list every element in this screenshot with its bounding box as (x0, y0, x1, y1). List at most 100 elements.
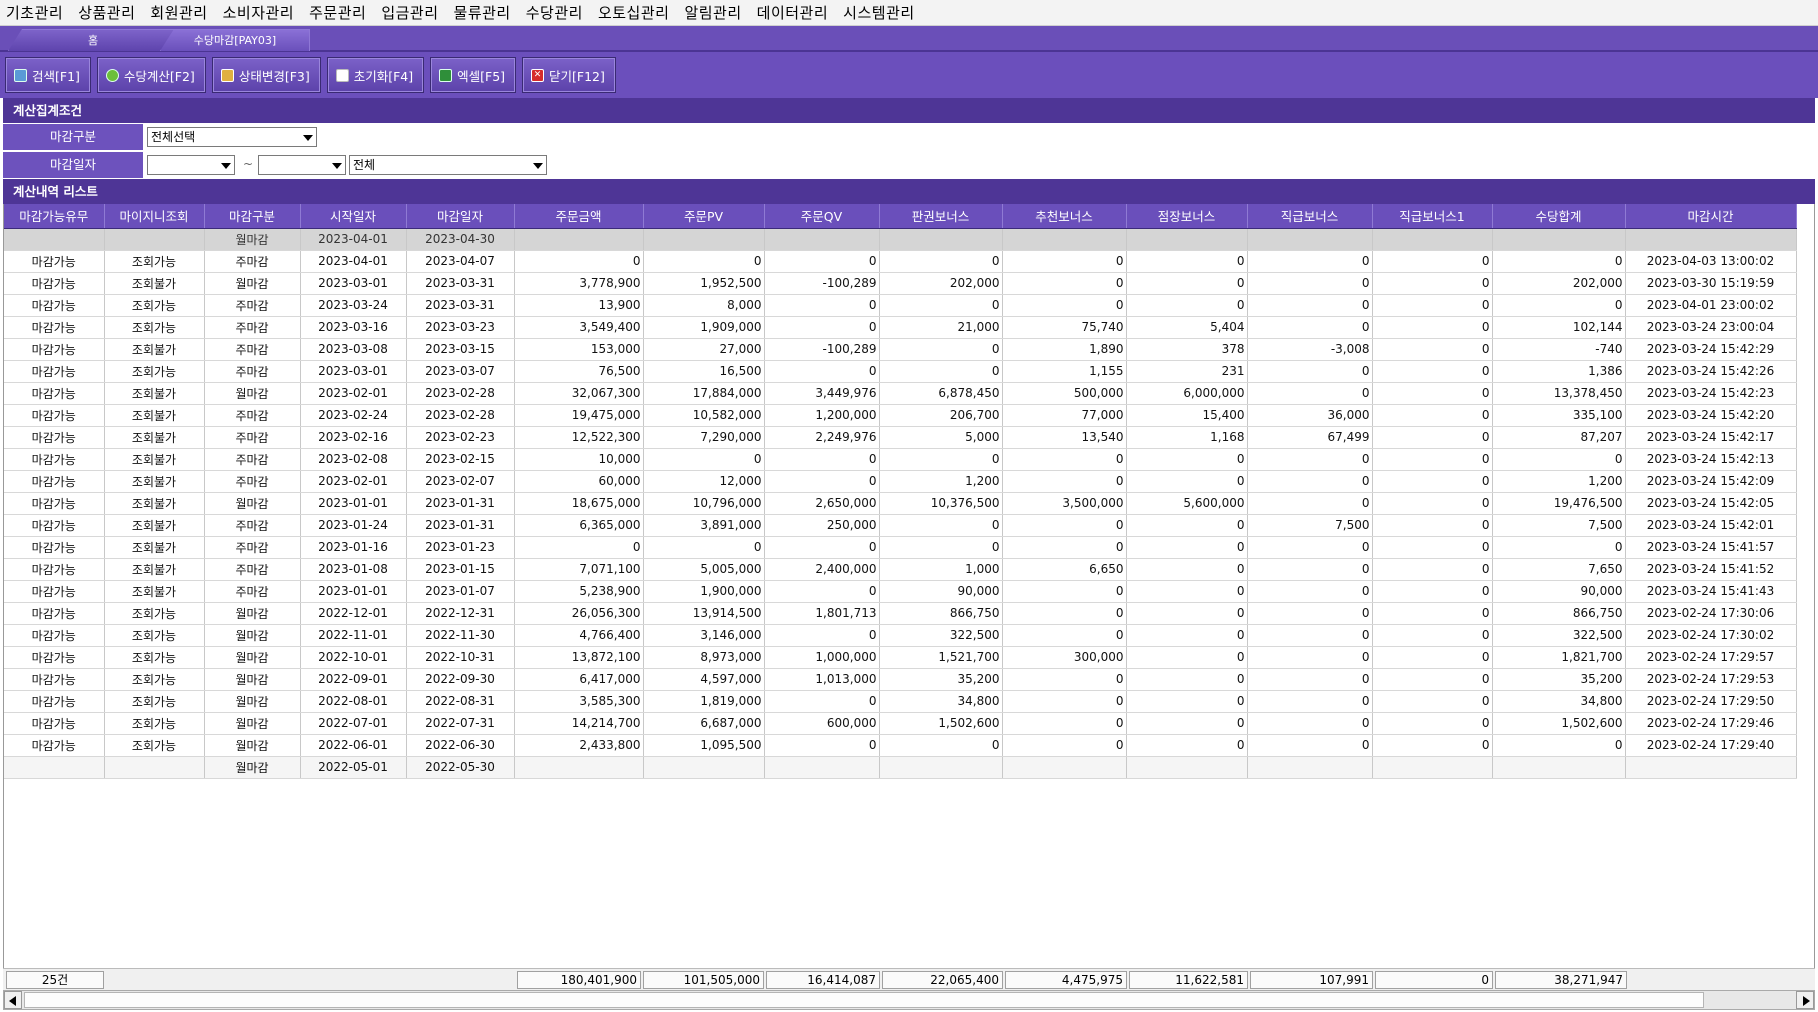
column-header[interactable]: 판권보너스 (879, 204, 1003, 229)
column-header[interactable]: 마감가능유무 (4, 204, 105, 229)
table-row[interactable]: 마감가능 조회가능 월마감 2022-08-01 2022-08-31 3,585,300… (4, 690, 1797, 713)
table-cell: 2023-02-24 17:29:53 (1625, 668, 1797, 691)
menu-bar: 기초관리 상품관리 회원관리 소비자관리 주문관리 입금관리 물류관리 수당관리 오토십관리 알림… (0, 0, 1818, 26)
table-row[interactable]: 마감가능 조회불가 주마감 2023-01-24 2023-01-31 6,365,000… (4, 514, 1797, 537)
table-row[interactable]: 마감가능 조회가능 월마감 2022-11-01 2022-11-30 4,766,400… (4, 624, 1797, 647)
close-button[interactable]: ✕ 닫기[F12] (522, 57, 616, 93)
close-type-select[interactable]: 전체선택 (147, 127, 317, 147)
sum-license-bonus: 22,065,400 (882, 971, 1003, 989)
column-header[interactable]: 추천보너스 (1002, 204, 1127, 229)
column-header[interactable]: 직급보너스 (1247, 204, 1373, 229)
excel-button[interactable]: 엑셀[F5] (430, 57, 517, 93)
menu-item-6[interactable]: 물류관리 (448, 0, 520, 26)
table-cell: 5,000 (879, 426, 1003, 449)
column-header[interactable]: 직급보너스1 (1372, 204, 1493, 229)
table-row[interactable]: 마감가능 조회불가 주마감 2023-01-08 2023-01-15 7,071,100… (4, 558, 1797, 581)
table-cell: 조회불가 (104, 558, 205, 581)
table-row[interactable]: 마감가능 조회불가 월마감 2023-03-01 2023-03-31 3,778,900… (4, 272, 1797, 295)
table-cell: 0 (1002, 294, 1127, 317)
column-header[interactable]: 시작일자 (300, 204, 407, 229)
excel-button-label: 엑셀[F5] (457, 68, 506, 84)
table-cell: 2022-07-31 (406, 712, 515, 735)
table-row[interactable]: 마감가능 조회가능 월마감 2022-12-01 2022-12-31 26,056,30… (4, 602, 1797, 625)
table-cell: -740 (1492, 338, 1626, 361)
table-cell: 87,207 (1492, 426, 1626, 449)
table-cell: 월마감 (204, 668, 301, 691)
menu-item-0[interactable]: 기초관리 (0, 0, 72, 26)
table-cell: 0 (1372, 492, 1493, 515)
table-cell: 0 (1492, 448, 1626, 471)
reset-button[interactable]: 초기화[F4] (326, 57, 425, 93)
table-cell: 0 (1126, 624, 1248, 647)
table-row[interactable]: 마감가능 조회가능 월마감 2022-07-01 2022-07-31 14,214,70… (4, 712, 1797, 735)
table-cell: 866,750 (1492, 602, 1626, 625)
calc-allowance-button[interactable]: 수당계산[F2] (96, 57, 206, 93)
chevron-down-icon (533, 163, 543, 169)
table-row[interactable]: 마감가능 조회불가 주마감 2023-01-16 2023-01-23 0 0 0 0 0 0 0 0 0… (4, 536, 1797, 559)
table-row[interactable]: 마감가능 조회불가 주마감 2023-01-01 2023-01-07 5,238,900… (4, 580, 1797, 603)
table-cell: 2023-03-24 23:00:04 (1625, 316, 1797, 339)
table-cell: 조회가능 (104, 602, 205, 625)
table-row[interactable]: 마감가능 조회불가 주마감 2023-02-01 2023-02-07 60,000 12,… (4, 470, 1797, 493)
scope-value: 전체 (353, 158, 376, 172)
sum-referral-bonus: 4,475,975 (1005, 971, 1127, 989)
table-cell: 2022-12-01 (300, 602, 407, 625)
table-cell: 13,900 (514, 294, 644, 317)
menu-item-2[interactable]: 회원관리 (144, 0, 216, 26)
column-header[interactable]: 마감시간 (1625, 204, 1797, 229)
table-cell: 0 (1372, 360, 1493, 383)
table-row[interactable]: 월마감 2023-04-01 2023-04-30 (4, 228, 1797, 251)
table-row[interactable]: 마감가능 조회불가 주마감 2023-02-16 2023-02-23 12,522,30… (4, 426, 1797, 449)
table-cell: -100,289 (764, 338, 880, 361)
column-header[interactable]: 마이지니조회 (104, 204, 205, 229)
search-button[interactable]: 검색[F1] (5, 57, 91, 93)
table-row[interactable]: 월마감 2022-05-01 2022-05-30 (4, 756, 1797, 779)
reset-button-label: 초기화[F4] (353, 68, 414, 84)
scope-select[interactable]: 전체 (349, 155, 547, 175)
table-row[interactable]: 마감가능 조회가능 주마감 2023-03-01 2023-03-07 76,500 16,… (4, 360, 1797, 383)
table-row[interactable]: 마감가능 조회불가 월마감 2023-02-01 2023-02-28 32,067,30… (4, 382, 1797, 405)
table-row[interactable]: 마감가능 조회불가 주마감 2023-02-24 2023-02-28 19,475,00… (4, 404, 1797, 427)
menu-item-11[interactable]: 시스템관리 (837, 0, 924, 26)
menu-item-1[interactable]: 상품관리 (72, 0, 144, 26)
table-row[interactable]: 마감가능 조회가능 주마감 2023-04-01 2023-04-07 0 0 0 0 0 0 0 0 0… (4, 250, 1797, 273)
change-status-button[interactable]: 상태변경[F3] (211, 57, 321, 93)
column-header[interactable]: 주문QV (764, 204, 880, 229)
table-row[interactable]: 마감가능 조회가능 월마감 2022-06-01 2022-06-30 2,433,800… (4, 734, 1797, 757)
column-header[interactable]: 수당합계 (1492, 204, 1626, 229)
table-cell: 0 (1126, 690, 1248, 713)
table-row[interactable]: 마감가능 조회불가 주마감 2023-02-08 2023-02-15 10,000 0 0 0… (4, 448, 1797, 471)
horizontal-scrollbar[interactable] (3, 990, 1815, 1010)
table-row[interactable]: 마감가능 조회가능 주마감 2023-03-16 2023-03-23 3,549,400… (4, 316, 1797, 339)
table-cell: 0 (1372, 690, 1493, 713)
date-to-picker[interactable] (258, 155, 346, 175)
table-row[interactable]: 마감가능 조회불가 주마감 2023-03-08 2023-03-15 153,000 27… (4, 338, 1797, 361)
table-cell: 0 (1247, 712, 1373, 735)
tab-pay03[interactable]: 수당마감[PAY03] (160, 29, 310, 51)
table-cell: 조회불가 (104, 448, 205, 471)
column-header[interactable]: 마감일자 (406, 204, 515, 229)
table-cell: 2022-06-30 (406, 734, 515, 757)
date-from-picker[interactable] (147, 155, 235, 175)
tab-home[interactable]: 홈 (8, 29, 178, 51)
table-row[interactable]: 마감가능 조회가능 월마감 2022-10-01 2022-10-31 13,872,10… (4, 646, 1797, 669)
menu-item-9[interactable]: 알림관리 (678, 0, 750, 26)
menu-item-7[interactable]: 수당관리 (520, 0, 592, 26)
scrollbar-thumb[interactable] (24, 992, 1704, 1008)
table-row[interactable]: 마감가능 조회가능 월마감 2022-09-01 2022-09-30 6,417,000… (4, 668, 1797, 691)
menu-item-4[interactable]: 주문관리 (303, 0, 375, 26)
column-header[interactable]: 마감구분 (204, 204, 301, 229)
scroll-left-button[interactable] (4, 991, 22, 1009)
menu-item-3[interactable]: 소비자관리 (217, 0, 304, 26)
menu-item-8[interactable]: 오토십관리 (592, 0, 679, 26)
table-row[interactable]: 마감가능 조회가능 주마감 2023-03-24 2023-03-31 13,900 8,0… (4, 294, 1797, 317)
column-header[interactable]: 주문금액 (514, 204, 644, 229)
table-row[interactable]: 마감가능 조회불가 월마감 2023-01-01 2023-01-31 18,675,00… (4, 492, 1797, 515)
column-header[interactable]: 주문PV (643, 204, 765, 229)
table-cell: 2023-01-31 (406, 492, 515, 515)
scroll-right-button[interactable] (1796, 991, 1814, 1009)
table-cell: 조회가능 (104, 734, 205, 757)
menu-item-10[interactable]: 데이터관리 (751, 0, 838, 26)
menu-item-5[interactable]: 입금관리 (375, 0, 447, 26)
column-header[interactable]: 점장보너스 (1126, 204, 1248, 229)
